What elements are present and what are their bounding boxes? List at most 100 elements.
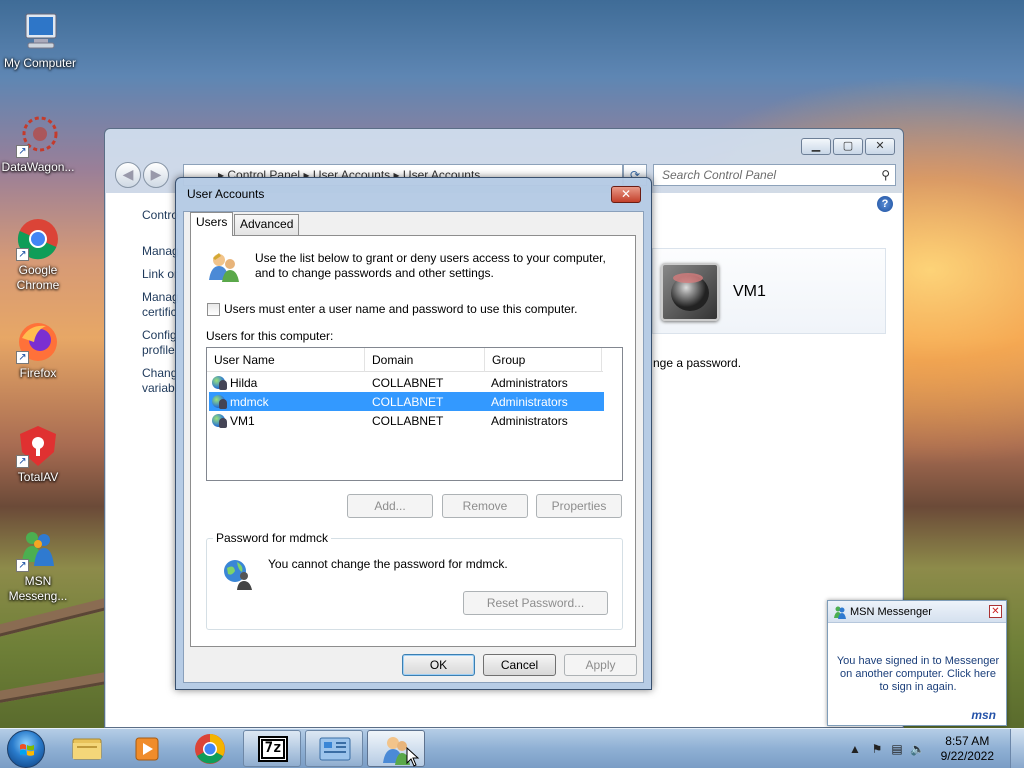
7zip-label: 7z <box>264 740 282 756</box>
table-row[interactable]: Hilda COLLABNET Administrators <box>209 373 604 392</box>
computer-icon <box>18 10 62 54</box>
shortcut-arrow-icon: ↗ <box>16 145 29 158</box>
taskbar-explorer-button[interactable] <box>58 730 116 767</box>
users-list[interactable]: User Name Domain Group Hilda COLLABNET A… <box>206 347 623 481</box>
chrome-icon: ↗ <box>16 217 60 261</box>
action-center-flag-icon[interactable]: ⚑ <box>870 742 884 756</box>
msn-messenger-icon <box>833 605 847 619</box>
account-picture[interactable] <box>661 263 719 321</box>
user-name: mdmck <box>230 394 269 409</box>
password-message: You cannot change the password for mdmck… <box>268 557 508 571</box>
remove-button[interactable]: Remove <box>442 494 528 518</box>
password-group-legend: Password for mdmck <box>213 531 332 545</box>
help-icon[interactable]: ? <box>877 196 893 212</box>
user-group: Administrators <box>491 394 568 409</box>
forward-button[interactable]: ▶ <box>143 162 169 188</box>
table-row-selected[interactable]: mdmck COLLABNET Administrators <box>209 392 604 411</box>
taskbar-7zip-button[interactable]: 7z <box>243 730 301 767</box>
dialog-title: User Accounts <box>187 187 265 201</box>
column-group[interactable]: Group <box>485 348 602 372</box>
require-password-row[interactable]: Users must enter a user name and passwor… <box>207 302 578 316</box>
volume-icon[interactable]: 🔈 <box>910 742 925 756</box>
clock[interactable]: 8:57 AM 9/22/2022 <box>941 734 994 764</box>
sidebar-link-change-variables[interactable]: Chang variabl <box>142 366 178 396</box>
search-icon[interactable]: ⚲ <box>881 165 890 185</box>
column-user-name[interactable]: User Name <box>207 348 365 372</box>
sidebar-link-link-online[interactable]: Link or <box>142 267 178 282</box>
account-summary-panel: VM1 <box>652 248 886 334</box>
fence-rail <box>0 671 111 705</box>
properties-button[interactable]: Properties <box>536 494 622 518</box>
desktop-icon-label: My Computer <box>3 56 77 70</box>
cancel-button[interactable]: Cancel <box>483 654 556 676</box>
users-list-header: User Name Domain Group <box>207 348 603 372</box>
sidebar-link-control-panel-home[interactable]: Contro <box>142 208 178 223</box>
clock-time: 8:57 AM <box>945 734 990 748</box>
chrome-icon <box>195 734 225 764</box>
account-name: VM1 <box>733 283 766 300</box>
taskbar: 7z ▲ ⚑ ▤ 🔈 8:57 AM 9/22/2022 <box>0 728 1024 768</box>
shortcut-arrow-icon: ↗ <box>16 248 29 261</box>
dialog-close-button[interactable]: ✕ <box>611 186 641 203</box>
require-password-checkbox[interactable] <box>207 302 220 316</box>
user-globe-icon <box>222 558 254 590</box>
table-row[interactable]: VM1 COLLABNET Administrators <box>209 411 604 430</box>
user-group: Administrators <box>491 375 568 390</box>
maximize-button[interactable]: ▢ <box>833 138 863 155</box>
back-button[interactable]: ◀ <box>115 162 141 188</box>
msn-messenger-icon: ↗ <box>16 528 60 572</box>
desktop-icon-label: Google Chrome <box>16 263 60 292</box>
taskbar-media-player-button[interactable] <box>118 730 176 767</box>
totalav-icon: ↗ <box>16 424 60 468</box>
sidebar-link-manage[interactable]: Manag <box>142 244 179 259</box>
msn-notification[interactable]: MSN Messenger ✕ You have signed in to Me… <box>827 600 1007 726</box>
minimize-button[interactable]: ▁ <box>801 138 831 155</box>
network-icon[interactable]: ▤ <box>890 742 904 756</box>
desktop-icon-google-chrome[interactable]: ↗ Google Chrome <box>0 217 78 293</box>
password-group: Password for mdmck You cannot change the… <box>206 531 623 630</box>
desktop-icon-msn-messenger[interactable]: ↗ MSN Messeng... <box>0 528 78 604</box>
user-name: VM1 <box>230 413 255 428</box>
taskbar-control-panel-button[interactable] <box>305 730 363 767</box>
user-domain: COLLABNET <box>372 375 444 390</box>
show-hidden-icons-icon[interactable]: ▲ <box>848 742 862 756</box>
desktop-icon-label: Firefox <box>19 366 57 380</box>
desktop-icon-firefox[interactable]: ↗ Firefox <box>0 320 78 381</box>
desktop-icon-my-computer[interactable]: My Computer <box>0 10 80 71</box>
control-panel-icon <box>319 737 351 761</box>
system-tray: ▲ ⚑ ▤ 🔈 8:57 AM 9/22/2022 <box>834 729 1024 768</box>
users-tab-panel: Use the list below to grant or deny user… <box>190 235 636 647</box>
start-button[interactable] <box>7 730 45 768</box>
apply-button[interactable]: Apply <box>564 654 637 676</box>
msn-notification-message[interactable]: You have signed in to Messenger on anoth… <box>834 655 1002 694</box>
desktop-icon-datawagon[interactable]: ↗ DataWagon... <box>0 114 78 175</box>
tab-users[interactable]: Users <box>190 212 234 236</box>
desktop-icon-totalav[interactable]: ↗ TotalAV <box>0 424 78 485</box>
column-domain[interactable]: Domain <box>365 348 485 372</box>
msn-notification-close-button[interactable]: ✕ <box>989 605 1002 618</box>
reset-password-button[interactable]: Reset Password... <box>463 591 608 615</box>
ok-button[interactable]: OK <box>402 654 475 676</box>
taskbar-chrome-button[interactable] <box>181 730 239 767</box>
turntable-highlight <box>673 273 703 283</box>
user-group: Administrators <box>491 413 568 428</box>
tab-advanced[interactable]: Advanced <box>234 214 300 235</box>
sidebar-link-manage-certificates[interactable]: Manag certific <box>142 290 179 320</box>
show-desktop-button[interactable] <box>1010 729 1024 768</box>
change-password-link[interactable]: nge a password. <box>653 356 741 370</box>
user-icon <box>212 413 228 429</box>
msn-notification-header: MSN Messenger ✕ <box>828 601 1006 623</box>
sidebar-link-configure-profile[interactable]: Config profile <box>142 328 178 358</box>
user-domain: COLLABNET <box>372 413 444 428</box>
msn-notification-title: MSN Messenger <box>850 606 932 618</box>
datawagon-icon: ↗ <box>16 114 60 158</box>
shortcut-arrow-icon: ↗ <box>16 559 29 572</box>
close-button[interactable]: ✕ <box>865 138 895 155</box>
user-domain: COLLABNET <box>372 394 444 409</box>
user-icon <box>212 375 228 391</box>
window-caption-buttons: ▁ ▢ ✕ <box>801 138 895 155</box>
shortcut-arrow-icon: ↗ <box>16 455 29 468</box>
search-input[interactable]: Search Control Panel ⚲ <box>653 164 896 186</box>
add-button[interactable]: Add... <box>347 494 433 518</box>
dialog-body: Users Advanced Use the list below to gra… <box>183 211 644 683</box>
